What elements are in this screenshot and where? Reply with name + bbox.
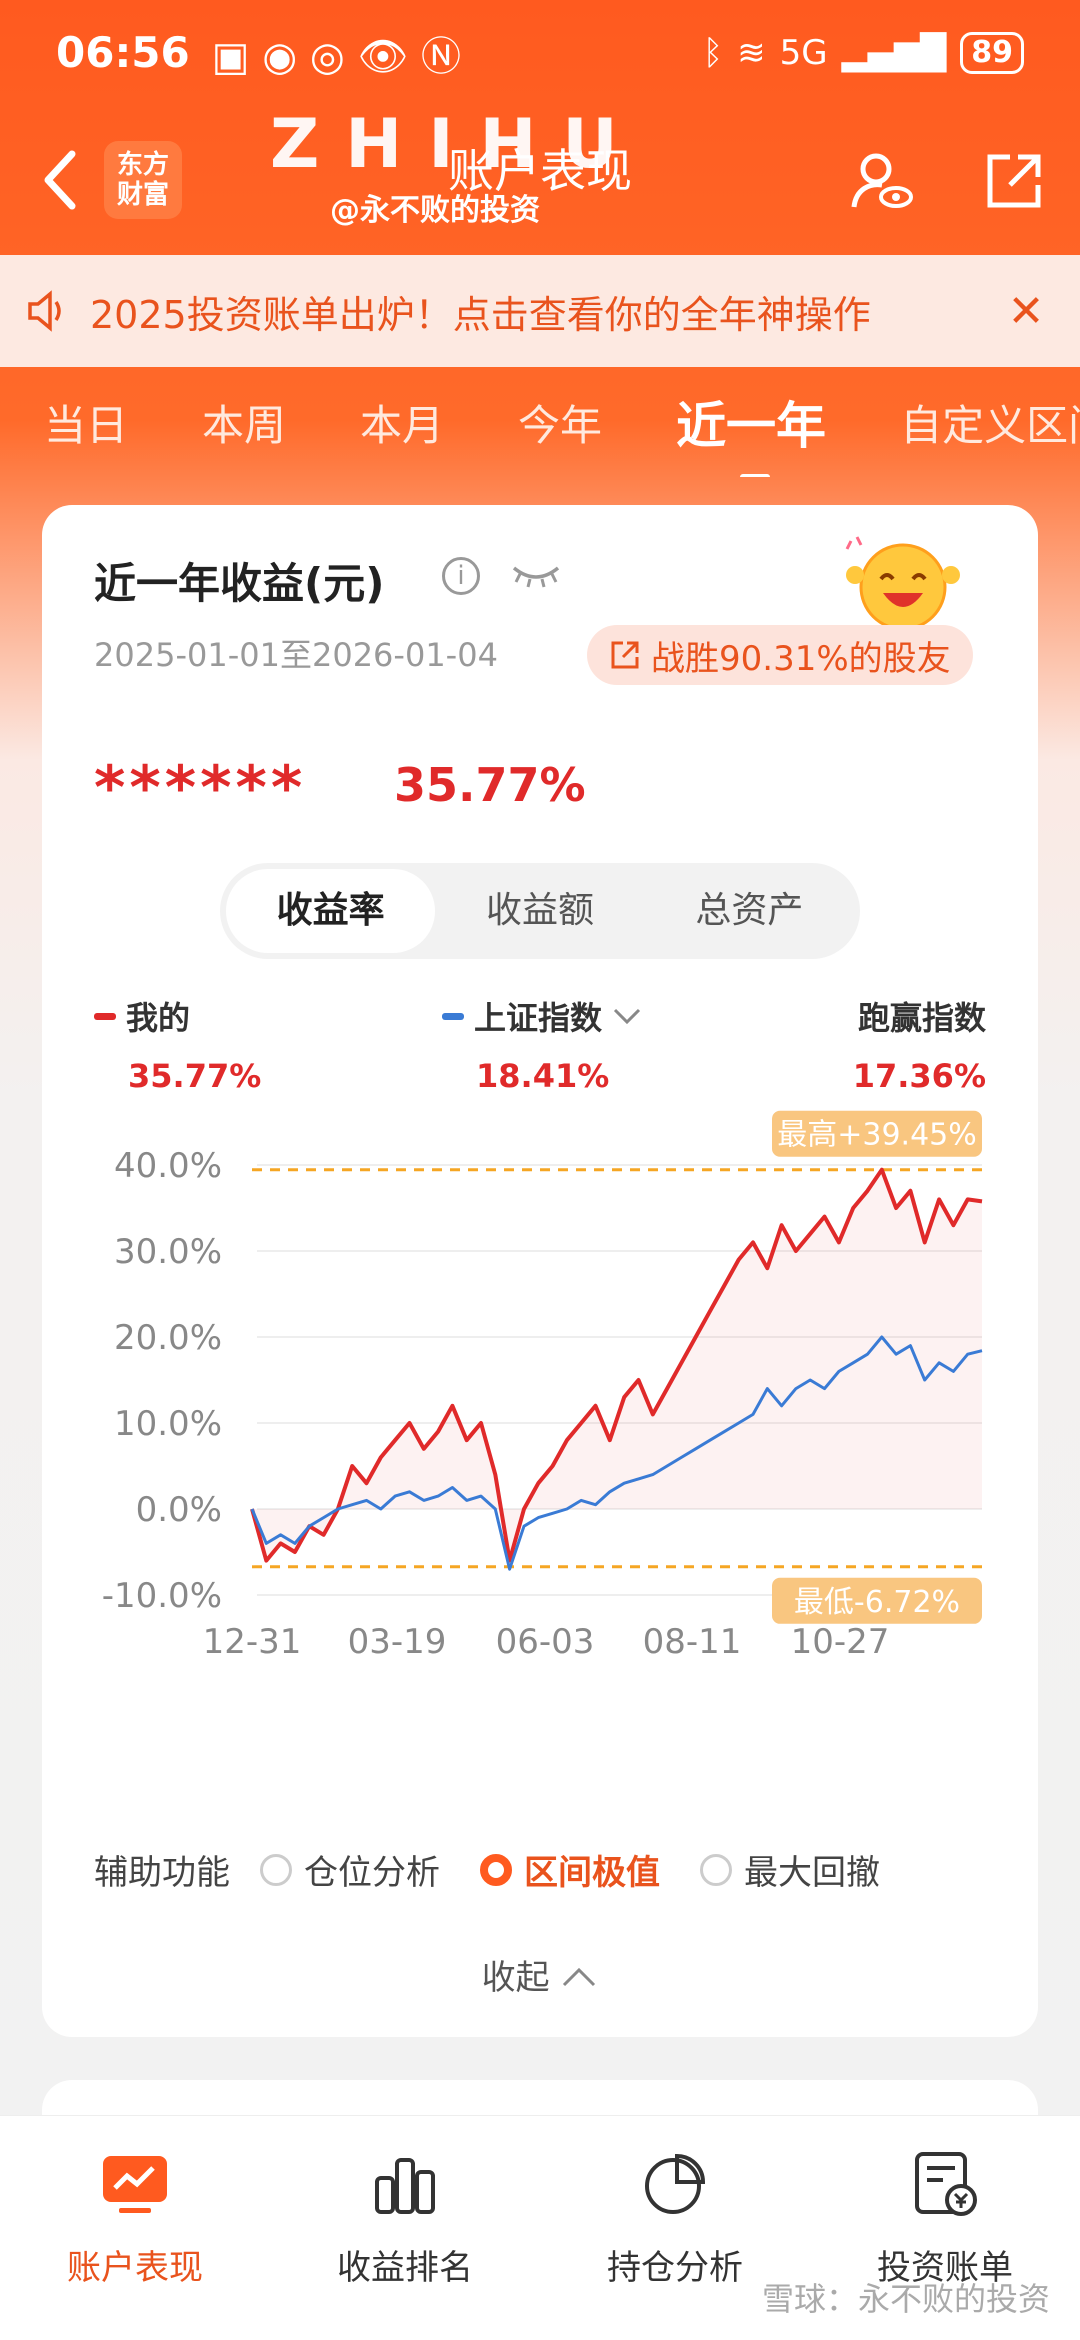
legend-label-outperform: 跑赢指数: [857, 999, 986, 1037]
xueqiu-watermark: 雪球：永不败的投资: [761, 2280, 1050, 2318]
pie-chart-icon: [645, 2153, 706, 2214]
seg-total-assets[interactable]: 总资产: [645, 869, 854, 953]
collapse-label: 收起: [481, 1958, 550, 1998]
tab-last-year[interactable]: 近一年: [632, 386, 826, 477]
radio-label: 最大回撤: [744, 1853, 880, 1893]
app-notification-icon: ▣ ◉ ◎ 👁 Ⓝ: [211, 33, 461, 80]
bill-icon: [915, 2152, 977, 2216]
legend-label-index: 上证指数: [474, 999, 603, 1037]
nav-return-ranking[interactable]: 收益排名: [270, 2116, 540, 2340]
notice-text[interactable]: 2025投资账单出炉！点击查看你的全年神操作: [90, 284, 996, 339]
x-tick-label: 08-11: [643, 1622, 742, 1662]
legend-value-index: 18.41%: [476, 1057, 610, 1095]
legend-index[interactable]: 上证指数 18.41%: [442, 993, 642, 1095]
radio-position-analysis[interactable]: 仓位分析: [260, 1845, 440, 1894]
trend-icon: [103, 2156, 167, 2213]
chevron-down-icon[interactable]: [612, 1006, 642, 1026]
nav-bar: 东方 财富 账户表现 ZHIHU @永不败的投资: [0, 105, 1080, 255]
signal-icon: ▂▄▆█: [841, 32, 947, 73]
radio-range-extremes[interactable]: 区间极值: [480, 1845, 660, 1894]
return-line-chart[interactable]: 40.0% 30.0% 20.0% 10.0% 0.0% -10.0% 12-31 03-19…: [42, 1095, 1038, 1815]
share-button[interactable]: [978, 145, 1050, 217]
zhihu-watermark: ZHIHU: [270, 105, 644, 184]
eye-closed-icon[interactable]: [510, 560, 562, 590]
legend-label-mine: 我的: [126, 999, 191, 1037]
radio-label: 仓位分析: [304, 1853, 440, 1893]
x-tick-label: 06-03: [496, 1622, 595, 1662]
return-card: 近一年收益(元) i 2025-01-01至2026-01-04 战胜90.31…: [42, 505, 1038, 2037]
bar-chart-icon: [375, 2158, 435, 2214]
tab-custom-range[interactable]: 自定义区间: [856, 392, 1080, 453]
tab-this-month[interactable]: 本月: [316, 392, 444, 453]
metric-segmented-control: 收益率 收益额 总资产: [220, 863, 860, 959]
legend-outperform: 跑赢指数 17.36%: [853, 993, 986, 1095]
legend-value-mine: 35.77%: [128, 1057, 262, 1095]
total-return-rate: 35.77%: [394, 758, 586, 812]
masked-amount: ******: [94, 753, 307, 823]
tab-today[interactable]: 当日: [0, 392, 128, 453]
nav-label: 账户表现: [67, 2248, 203, 2288]
min-badge: 最低-6.72%: [794, 1585, 960, 1620]
seg-return-rate[interactable]: 收益率: [226, 869, 436, 953]
x-tick-label: 12-31: [203, 1622, 302, 1662]
card-title: 近一年收益(元): [94, 559, 385, 608]
collapse-button[interactable]: 收起: [42, 1950, 1038, 1999]
beat-peers-text: 战胜90.31%的股友: [651, 638, 951, 679]
y-tick-label: 10.0%: [114, 1404, 222, 1444]
radio-dot: [260, 1853, 292, 1886]
chevron-up-icon: [563, 1967, 596, 1987]
legend-mine: 我的 35.77%: [94, 993, 261, 1095]
radio-dot: [700, 1853, 732, 1886]
radio-max-drawdown[interactable]: 最大回撤: [700, 1845, 880, 1894]
legend-swatch-index: [442, 1012, 464, 1020]
y-tick-label: 40.0%: [114, 1146, 222, 1186]
max-badge: 最高+39.45%: [777, 1118, 977, 1153]
nav-label: 持仓分析: [607, 2248, 743, 2288]
share-small-icon: [611, 641, 639, 669]
wifi-icon: ≋: [737, 32, 766, 73]
y-tick-label: 0.0%: [136, 1490, 222, 1530]
aux-label: 辅助功能: [94, 1853, 230, 1893]
info-icon[interactable]: i: [442, 557, 480, 595]
period-tabs: 当日 本周 本月 今年 近一年 自定义区间: [0, 367, 1080, 477]
radio-label: 区间极值: [524, 1853, 660, 1893]
y-tick-label: 20.0%: [114, 1318, 222, 1358]
aux-functions: 辅助功能 仓位分析 区间极值 最大回撤: [94, 1845, 920, 1894]
x-tick-label: 03-19: [348, 1622, 447, 1662]
bluetooth-icon: ᛒ: [702, 32, 724, 73]
battery-indicator: 89: [960, 31, 1024, 74]
share-icon: [987, 154, 1041, 208]
legend-swatch-mine: [94, 1012, 116, 1020]
notice-bar[interactable]: 2025投资账单出炉！点击查看你的全年神操作 ✕: [0, 255, 1080, 367]
nav-account-performance[interactable]: 账户表现: [0, 2116, 270, 2340]
happy-mascot-icon: [845, 536, 960, 631]
date-range: 2025-01-01至2026-01-04: [94, 636, 498, 674]
x-tick-label: 10-27: [791, 1622, 890, 1662]
beat-peers-badge[interactable]: 战胜90.31%的股友: [587, 625, 973, 685]
privacy-button[interactable]: [846, 145, 918, 217]
user-eye-icon: [851, 153, 913, 208]
seg-return-amount[interactable]: 收益额: [435, 869, 644, 953]
speaker-icon: [28, 290, 61, 332]
y-tick-label: -10.0%: [102, 1576, 222, 1616]
y-tick-label: 30.0%: [114, 1232, 222, 1272]
tab-this-year[interactable]: 今年: [474, 392, 602, 453]
tab-this-week[interactable]: 本周: [158, 392, 286, 453]
nav-label: 收益排名: [337, 2248, 473, 2288]
status-time: 06:56: [56, 28, 190, 77]
status-bar: 06:56 ▣ ◉ ◎ 👁 Ⓝ ᛒ ≋ 5G ▂▄▆█ 89: [0, 0, 1080, 105]
radio-dot: [480, 1853, 512, 1886]
network-label: 5G: [779, 32, 828, 73]
close-icon[interactable]: ✕: [996, 286, 1056, 337]
legend-value-outperform: 17.36%: [852, 1057, 986, 1095]
watermark-author: @永不败的投资: [330, 193, 540, 228]
